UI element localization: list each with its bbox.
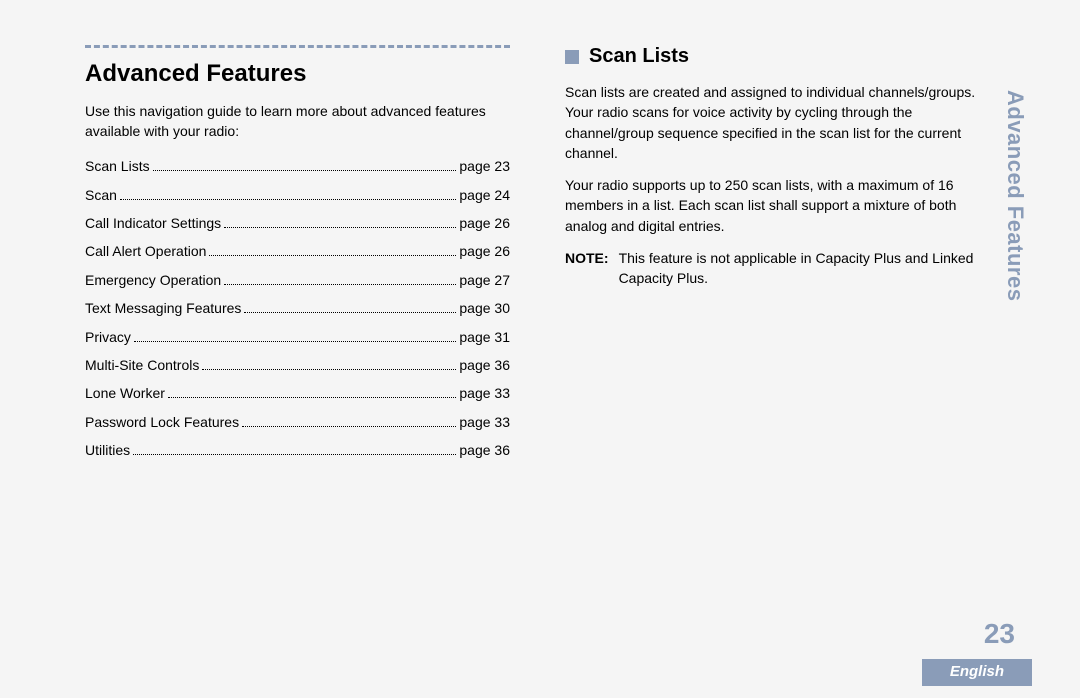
note-block: NOTE: This feature is not applicable in … bbox=[565, 248, 990, 289]
language-badge: English bbox=[922, 659, 1032, 686]
subhead-row: Scan Lists bbox=[565, 45, 990, 68]
paragraph-1: Scan lists are created and assigned to i… bbox=[565, 82, 990, 163]
square-bullet-icon bbox=[565, 50, 579, 64]
toc-item-page: page 24 bbox=[459, 184, 510, 206]
toc-item: Emergency Operation page 27 bbox=[85, 269, 510, 291]
toc-item-page: page 36 bbox=[459, 354, 510, 376]
toc-item: Password Lock Features page 33 bbox=[85, 411, 510, 433]
toc-item-page: page 33 bbox=[459, 382, 510, 404]
note-label: NOTE: bbox=[565, 248, 609, 289]
toc-item-page: page 27 bbox=[459, 269, 510, 291]
toc-item-label: Privacy bbox=[85, 326, 131, 348]
toc-dot-leader bbox=[168, 397, 456, 398]
note-body: This feature is not applicable in Capaci… bbox=[619, 248, 990, 289]
toc-item-label: Text Messaging Features bbox=[85, 297, 241, 319]
toc-item-page: page 33 bbox=[459, 411, 510, 433]
section-title: Advanced Features bbox=[85, 60, 510, 88]
toc-dot-leader bbox=[202, 369, 456, 370]
toc-item-label: Scan Lists bbox=[85, 155, 150, 177]
toc-item-label: Scan bbox=[85, 184, 117, 206]
toc-item: Scan Lists page 23 bbox=[85, 155, 510, 177]
toc-dot-leader bbox=[224, 284, 456, 285]
toc-item-page: page 31 bbox=[459, 326, 510, 348]
toc-item-page: page 26 bbox=[459, 212, 510, 234]
divider-dashed bbox=[85, 45, 510, 48]
toc-item-label: Call Alert Operation bbox=[85, 240, 206, 262]
toc-dot-leader bbox=[209, 255, 456, 256]
subhead-title: Scan Lists bbox=[589, 45, 689, 68]
toc-item: Text Messaging Features page 30 bbox=[85, 297, 510, 319]
toc-item-label: Lone Worker bbox=[85, 382, 165, 404]
toc-item-page: page 36 bbox=[459, 439, 510, 461]
toc-item-label: Emergency Operation bbox=[85, 269, 221, 291]
toc-dot-leader bbox=[134, 341, 456, 342]
toc-item: Utilities page 36 bbox=[85, 439, 510, 461]
toc-item-page: page 30 bbox=[459, 297, 510, 319]
intro-text: Use this navigation guide to learn more … bbox=[85, 102, 510, 141]
toc-item-label: Utilities bbox=[85, 439, 130, 461]
toc-dot-leader bbox=[224, 227, 456, 228]
side-tab-label: Advanced Features bbox=[1002, 90, 1028, 301]
table-of-contents: Scan Lists page 23 Scan page 24 Call Indicat… bbox=[85, 155, 510, 461]
toc-item: Call Alert Operation page 26 bbox=[85, 240, 510, 262]
toc-item-label: Call Indicator Settings bbox=[85, 212, 221, 234]
toc-item-label: Password Lock Features bbox=[85, 411, 239, 433]
toc-dot-leader bbox=[242, 426, 456, 427]
toc-dot-leader bbox=[244, 312, 456, 313]
toc-item: Lone Worker page 33 bbox=[85, 382, 510, 404]
paragraph-2: Your radio supports up to 250 scan lists… bbox=[565, 175, 990, 236]
toc-item: Multi-Site Controls page 36 bbox=[85, 354, 510, 376]
toc-item: Privacy page 31 bbox=[85, 326, 510, 348]
toc-dot-leader bbox=[133, 454, 456, 455]
toc-dot-leader bbox=[153, 170, 457, 171]
page-number: 23 bbox=[984, 618, 1015, 650]
left-column: Advanced Features Use this navigation gu… bbox=[85, 45, 510, 467]
toc-item-label: Multi-Site Controls bbox=[85, 354, 199, 376]
toc-item: Call Indicator Settings page 26 bbox=[85, 212, 510, 234]
toc-item: Scan page 24 bbox=[85, 184, 510, 206]
toc-dot-leader bbox=[120, 199, 456, 200]
toc-item-page: page 23 bbox=[459, 155, 510, 177]
right-column: Scan Lists Scan lists are created and as… bbox=[565, 45, 990, 467]
toc-item-page: page 26 bbox=[459, 240, 510, 262]
